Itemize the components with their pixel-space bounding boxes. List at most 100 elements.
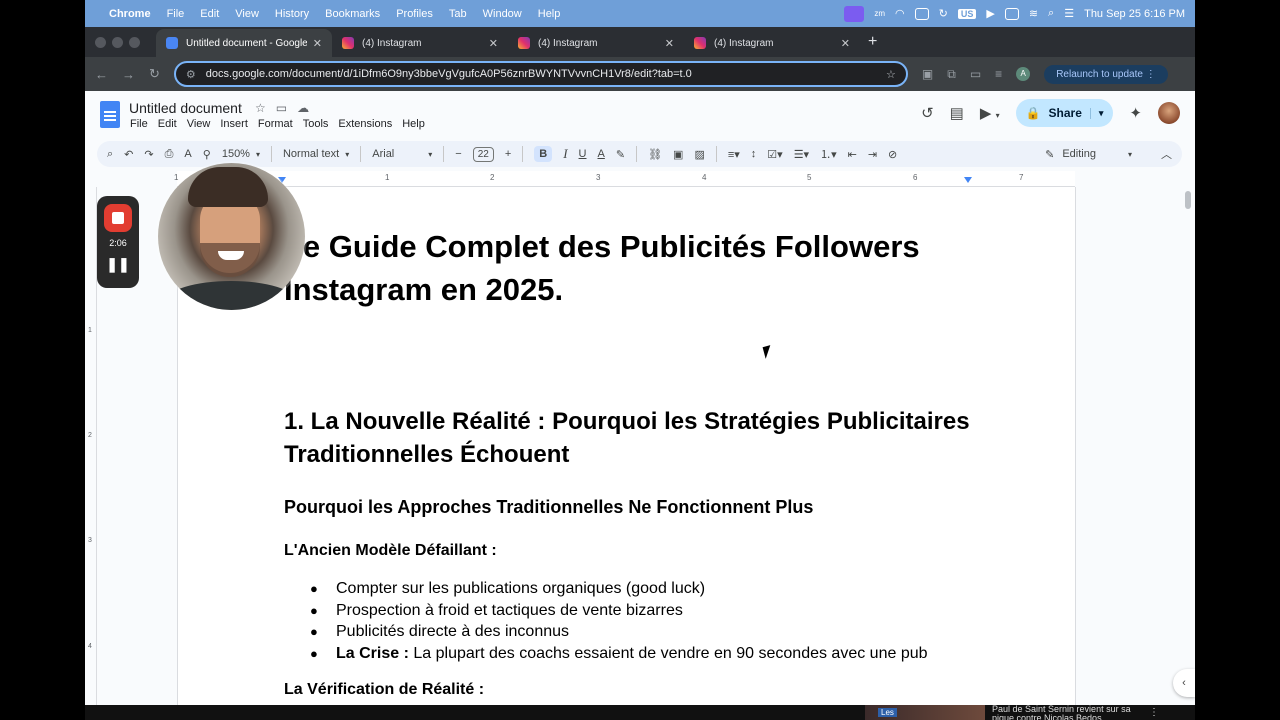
- move-folder-icon[interactable]: ▭: [276, 101, 287, 115]
- menu-help[interactable]: Help: [538, 8, 561, 20]
- bulleted-list-icon[interactable]: ☰▾: [794, 148, 809, 161]
- screen-record-icon[interactable]: [844, 5, 865, 22]
- increase-indent-icon[interactable]: ⇥: [868, 148, 877, 161]
- scrollbar-thumb[interactable]: [1185, 191, 1191, 209]
- reading-list-icon[interactable]: ≡: [995, 67, 1002, 81]
- profile-avatar[interactable]: A: [1016, 67, 1031, 81]
- checklist-icon[interactable]: ☑▾: [767, 148, 782, 161]
- bookmark-star-icon[interactable]: ☆: [886, 68, 896, 81]
- spellcheck-icon[interactable]: A: [184, 148, 191, 160]
- version-history-icon[interactable]: ↺: [921, 104, 934, 122]
- relaunch-button[interactable]: Relaunch to update ⋮: [1044, 64, 1168, 84]
- document-page[interactable]: Le Guide Complet des Publicités Follower…: [177, 187, 1076, 705]
- menu-file[interactable]: File: [167, 8, 185, 20]
- close-tab-icon[interactable]: ✕: [841, 37, 850, 50]
- vertical-ruler[interactable]: 1 2 3 4: [85, 187, 97, 705]
- highlight-icon[interactable]: ✎: [616, 148, 625, 161]
- sync-icon[interactable]: ↻: [939, 7, 948, 20]
- numbered-list-icon[interactable]: ⒈▾: [820, 146, 837, 162]
- control-center-icon[interactable]: ☰: [1064, 7, 1074, 20]
- insert-link-icon[interactable]: ⛓: [648, 148, 662, 161]
- webcam-bubble[interactable]: [158, 163, 305, 310]
- docs-menu-edit[interactable]: Edit: [158, 118, 177, 130]
- zoom-select[interactable]: 150% ▾: [222, 148, 260, 160]
- news-headline[interactable]: Paul de Saint Sernin revient sur sa piqu…: [992, 705, 1142, 720]
- docs-logo-icon[interactable]: [100, 101, 120, 128]
- docs-menu-extensions[interactable]: Extensions: [338, 118, 392, 130]
- docs-menu-view[interactable]: View: [187, 118, 211, 130]
- news-more-icon[interactable]: ⋮: [1149, 707, 1159, 718]
- menu-edit[interactable]: Edit: [200, 8, 219, 20]
- close-window-button[interactable]: [95, 36, 106, 48]
- editing-mode-select[interactable]: ✎ Editing ▾: [1045, 148, 1132, 161]
- gemini-icon[interactable]: ✦: [1129, 104, 1142, 122]
- app-status-icon[interactable]: [914, 7, 929, 20]
- zoom-icon[interactable]: zm: [874, 9, 885, 18]
- italic-icon[interactable]: I: [563, 146, 567, 162]
- clock[interactable]: Thu Sep 25 6:16 PM: [1084, 8, 1185, 20]
- kebab-menu-icon[interactable]: ⋮: [1146, 69, 1156, 80]
- reload-icon[interactable]: ↻: [149, 66, 160, 82]
- keyboard-layout-badge[interactable]: US: [957, 8, 977, 19]
- new-tab-button[interactable]: +: [868, 33, 877, 51]
- user-avatar[interactable]: [1158, 102, 1180, 124]
- menu-history[interactable]: History: [275, 8, 309, 20]
- align-icon[interactable]: ≡▾: [728, 148, 740, 161]
- font-size-input[interactable]: 22: [472, 146, 494, 162]
- tab-google-docs[interactable]: Untitled document - Google Docs ✕: [156, 29, 332, 57]
- menu-window[interactable]: Window: [483, 8, 522, 20]
- document-body[interactable]: Le Guide Complet des Publicités Follower…: [284, 225, 984, 699]
- print-icon[interactable]: ⎙: [165, 148, 174, 161]
- add-comment-icon[interactable]: ▣: [673, 148, 683, 161]
- tab-instagram-1[interactable]: (4) Instagram ✕: [332, 29, 508, 57]
- meet-icon[interactable]: ▶ ▾: [980, 104, 1000, 122]
- docs-menu-help[interactable]: Help: [402, 118, 425, 130]
- play-icon[interactable]: ▶: [986, 7, 994, 20]
- menu-profiles[interactable]: Profiles: [396, 8, 433, 20]
- docs-menu-tools[interactable]: Tools: [303, 118, 329, 130]
- docs-menu-format[interactable]: Format: [258, 118, 293, 130]
- stop-recording-button[interactable]: [104, 204, 132, 232]
- underline-icon[interactable]: U: [579, 148, 587, 160]
- wifi-icon[interactable]: ≋: [1029, 7, 1038, 20]
- close-tab-icon[interactable]: ✕: [489, 37, 498, 50]
- redo-icon[interactable]: ↷: [144, 148, 153, 161]
- pause-recording-icon[interactable]: ❚❚: [106, 256, 129, 273]
- close-tab-icon[interactable]: ✕: [665, 37, 674, 50]
- decrease-font-size-icon[interactable]: −: [455, 148, 461, 160]
- text-color-icon[interactable]: A: [598, 148, 605, 160]
- side-panel-toggle-icon[interactable]: ‹: [1173, 669, 1195, 697]
- tab-instagram-2[interactable]: (4) Instagram ✕: [508, 29, 684, 57]
- share-caret-icon[interactable]: ▾: [1089, 107, 1103, 119]
- back-icon[interactable]: ←: [95, 67, 108, 82]
- decrease-indent-icon[interactable]: ⇤: [848, 148, 857, 161]
- tab-instagram-3[interactable]: (4) Instagram ✕: [684, 29, 860, 57]
- docs-menu-file[interactable]: File: [130, 118, 148, 130]
- search-menus-icon[interactable]: ⌕: [107, 148, 113, 161]
- docs-menu-insert[interactable]: Insert: [220, 118, 248, 130]
- cloud-status-icon[interactable]: ☁: [297, 101, 309, 115]
- star-icon[interactable]: ☆: [255, 101, 266, 115]
- style-select[interactable]: Normal text ▾: [283, 148, 349, 160]
- increase-font-size-icon[interactable]: +: [505, 148, 511, 160]
- site-info-icon[interactable]: ⚙: [186, 68, 196, 81]
- right-indent-marker[interactable]: [964, 177, 972, 183]
- puzzle-icon[interactable]: ⧉: [947, 67, 956, 82]
- clear-formatting-icon[interactable]: ⊘: [888, 148, 897, 161]
- font-select[interactable]: Arial ▾: [372, 148, 432, 160]
- document-title[interactable]: Untitled document: [129, 100, 242, 116]
- menu-app-name[interactable]: Chrome: [109, 8, 151, 20]
- minimize-window-button[interactable]: [112, 36, 123, 48]
- undo-icon[interactable]: ↶: [124, 148, 133, 161]
- forward-icon[interactable]: →: [122, 67, 135, 82]
- zoom-window-button[interactable]: [129, 36, 140, 48]
- share-button[interactable]: 🔒 Share ▾: [1015, 99, 1114, 127]
- menu-view[interactable]: View: [235, 8, 259, 20]
- line-spacing-icon[interactable]: ↕: [751, 148, 757, 160]
- menu-bookmarks[interactable]: Bookmarks: [325, 8, 380, 20]
- menu-tab[interactable]: Tab: [449, 8, 467, 20]
- paint-format-icon[interactable]: ⚲: [203, 148, 211, 161]
- spotlight-icon[interactable]: ⌕: [1048, 7, 1054, 20]
- comments-icon[interactable]: ▤: [950, 104, 964, 122]
- extension-icon[interactable]: ▣: [922, 67, 933, 81]
